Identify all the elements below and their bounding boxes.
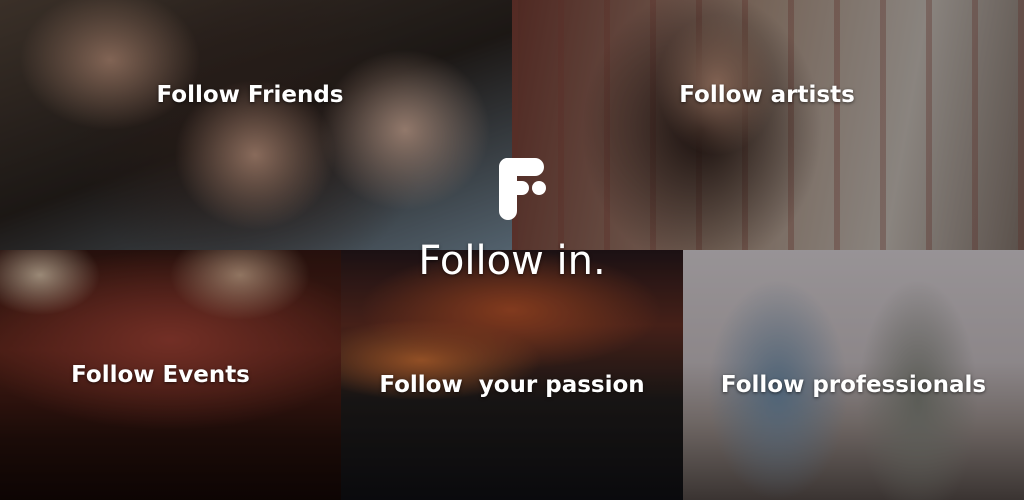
follow-in-logo-icon — [498, 158, 546, 220]
tile-caption: Follow artists — [679, 82, 855, 108]
tile-caption: Follow Events — [71, 362, 250, 388]
tile-follow-friends[interactable]: Follow Friends — [0, 0, 512, 250]
tile-caption: Follow your passion — [379, 372, 645, 398]
tile-follow-professionals[interactable]: Follow professionals — [683, 250, 1024, 500]
tile-caption: Follow professionals — [720, 372, 987, 398]
tile-follow-artists[interactable]: Follow artists — [512, 0, 1024, 250]
tile-follow-events[interactable]: Follow Events — [0, 250, 341, 500]
photo-overlay — [512, 0, 1024, 250]
brand-title: Follow in. — [418, 238, 606, 284]
photo-overlay — [0, 0, 512, 250]
tile-follow-your-passion[interactable]: Follow your passion — [341, 250, 683, 500]
tile-caption: Follow Friends — [156, 82, 344, 108]
